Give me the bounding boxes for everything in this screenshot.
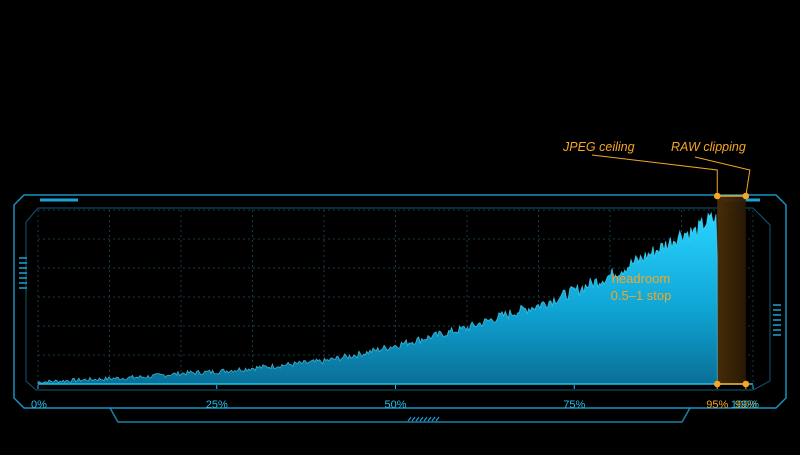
raw-callout-line bbox=[694, 156, 751, 197]
x-axis-ticks: 0% 25% 50% 75% 95% 99%100% bbox=[31, 385, 759, 411]
jpeg-ceiling-label: JPEG ceiling bbox=[562, 140, 635, 154]
headroom-label-line2: 0.5–1 stop bbox=[611, 288, 672, 303]
jpeg-callout-line bbox=[591, 154, 718, 196]
x-tick-label: 100% bbox=[731, 399, 759, 411]
frame-bottom-hatch bbox=[407, 416, 440, 422]
headroom-label-line1: headroom bbox=[612, 271, 671, 286]
x-tick-label: 50% bbox=[384, 399, 406, 411]
headroom-fill bbox=[717, 196, 746, 384]
histogram-svg: 0% 25% 50% 75% 95% 99%100% JPEG ceiling RAW c… bbox=[13, 140, 787, 423]
histogram-chart: 0% 25% 50% 75% 95% 99% 100% JPEG ceiling RAW c… bbox=[0, 0, 800, 450]
x-tick-label: 75% bbox=[563, 399, 585, 411]
x-tick-label: 95% bbox=[706, 399, 728, 411]
frame-ticks-right bbox=[773, 304, 781, 336]
headroom-zone bbox=[717, 196, 746, 384]
x-tick-label: 0% bbox=[31, 399, 47, 411]
frame-ticks-left bbox=[19, 257, 27, 289]
x-tick-label: 25% bbox=[206, 399, 228, 411]
raw-clipping-label: RAW clipping bbox=[671, 140, 746, 154]
